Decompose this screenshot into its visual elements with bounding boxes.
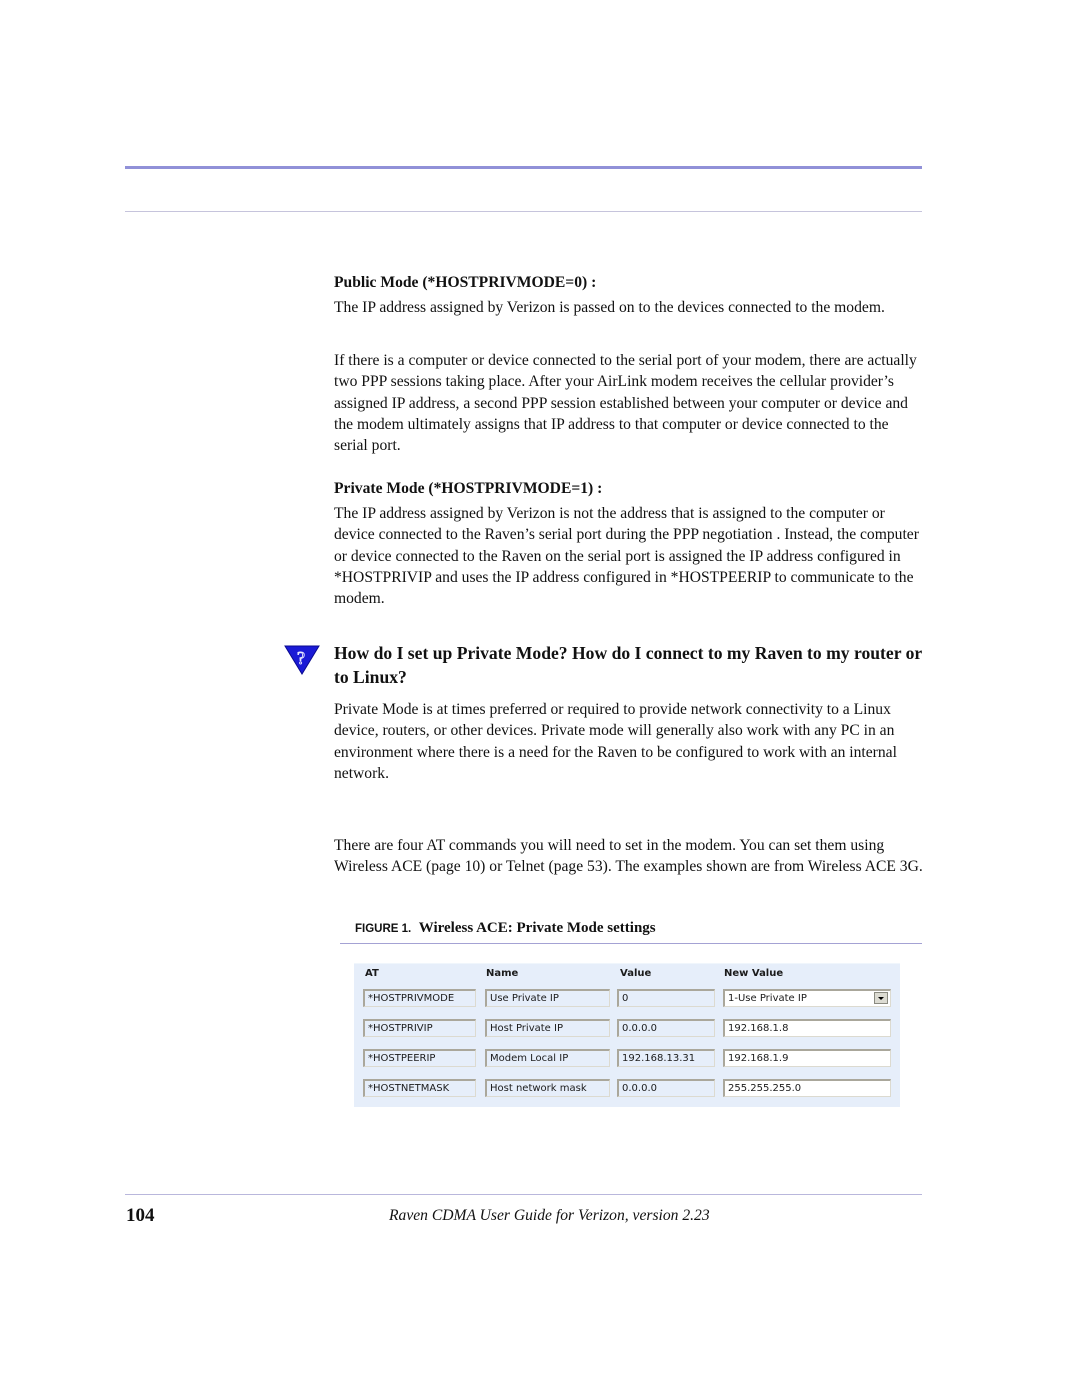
settings-table: AT Name Value New Value *HOSTPRIVMODE Us… [354,963,900,1107]
new-value-input[interactable]: 192.168.1.8 [723,1019,891,1037]
public-mode-paragraph: The IP address assigned by Verizon is pa… [334,299,885,316]
figure-title: Wireless ACE: Private Mode settings [418,920,656,936]
value-field: 192.168.13.31 [617,1049,715,1067]
header-divider [125,211,922,212]
private-mode-paragraph: The IP address assigned by Verizon is no… [334,505,919,608]
faq-paragraph: There are four AT commands you will need… [334,837,923,876]
public-mode-heading: Public Mode (*HOSTPRIVMODE=0) : [334,274,597,291]
header-rule [125,166,922,169]
new-value-input[interactable]: 255.255.255.0 [723,1079,891,1097]
at-command-field: *HOSTPRIVMODE [363,989,476,1007]
column-header-value: Value [620,968,652,979]
faq-paragraph: Private Mode is at times preferred or re… [334,701,897,782]
column-header-new-value: New Value [724,968,784,979]
new-value-select-text: 1-Use Private IP [728,993,807,1004]
name-field: Host network mask [485,1079,610,1097]
at-command-field: *HOSTNETMASK [363,1079,476,1097]
name-field: Use Private IP [485,989,610,1007]
column-header-at: AT [365,968,379,979]
public-mode-paragraph: If there is a computer or device connect… [334,352,917,455]
value-field: 0.0.0.0 [617,1019,715,1037]
figure-label: FIGURE 1. [355,923,412,935]
faq-question: How do I set up Private Mode? How do I c… [334,643,922,687]
value-field: 0.0.0.0 [617,1079,715,1097]
figure-rule [340,943,922,944]
name-field: Host Private IP [485,1019,610,1037]
column-header-name: Name [486,968,519,979]
at-command-field: *HOSTPRIVIP [363,1019,476,1037]
private-mode-heading: Private Mode (*HOSTPRIVMODE=1) : [334,480,603,497]
footer-rule [125,1194,922,1195]
question-icon: ? [284,645,320,675]
value-field: 0 [617,989,715,1007]
svg-text:?: ? [297,648,305,668]
name-field: Modem Local IP [485,1049,610,1067]
page-number: 104 [126,1205,155,1226]
figure-caption: FIGURE 1. Wireless ACE: Private Mode set… [355,920,656,937]
footer-title: Raven CDMA User Guide for Verizon, versi… [389,1207,710,1224]
at-command-field: *HOSTPEERIP [363,1049,476,1067]
new-value-input[interactable]: 192.168.1.9 [723,1049,891,1067]
new-value-select[interactable]: 1-Use Private IP [723,989,891,1007]
dropdown-arrow-icon[interactable] [874,992,888,1004]
